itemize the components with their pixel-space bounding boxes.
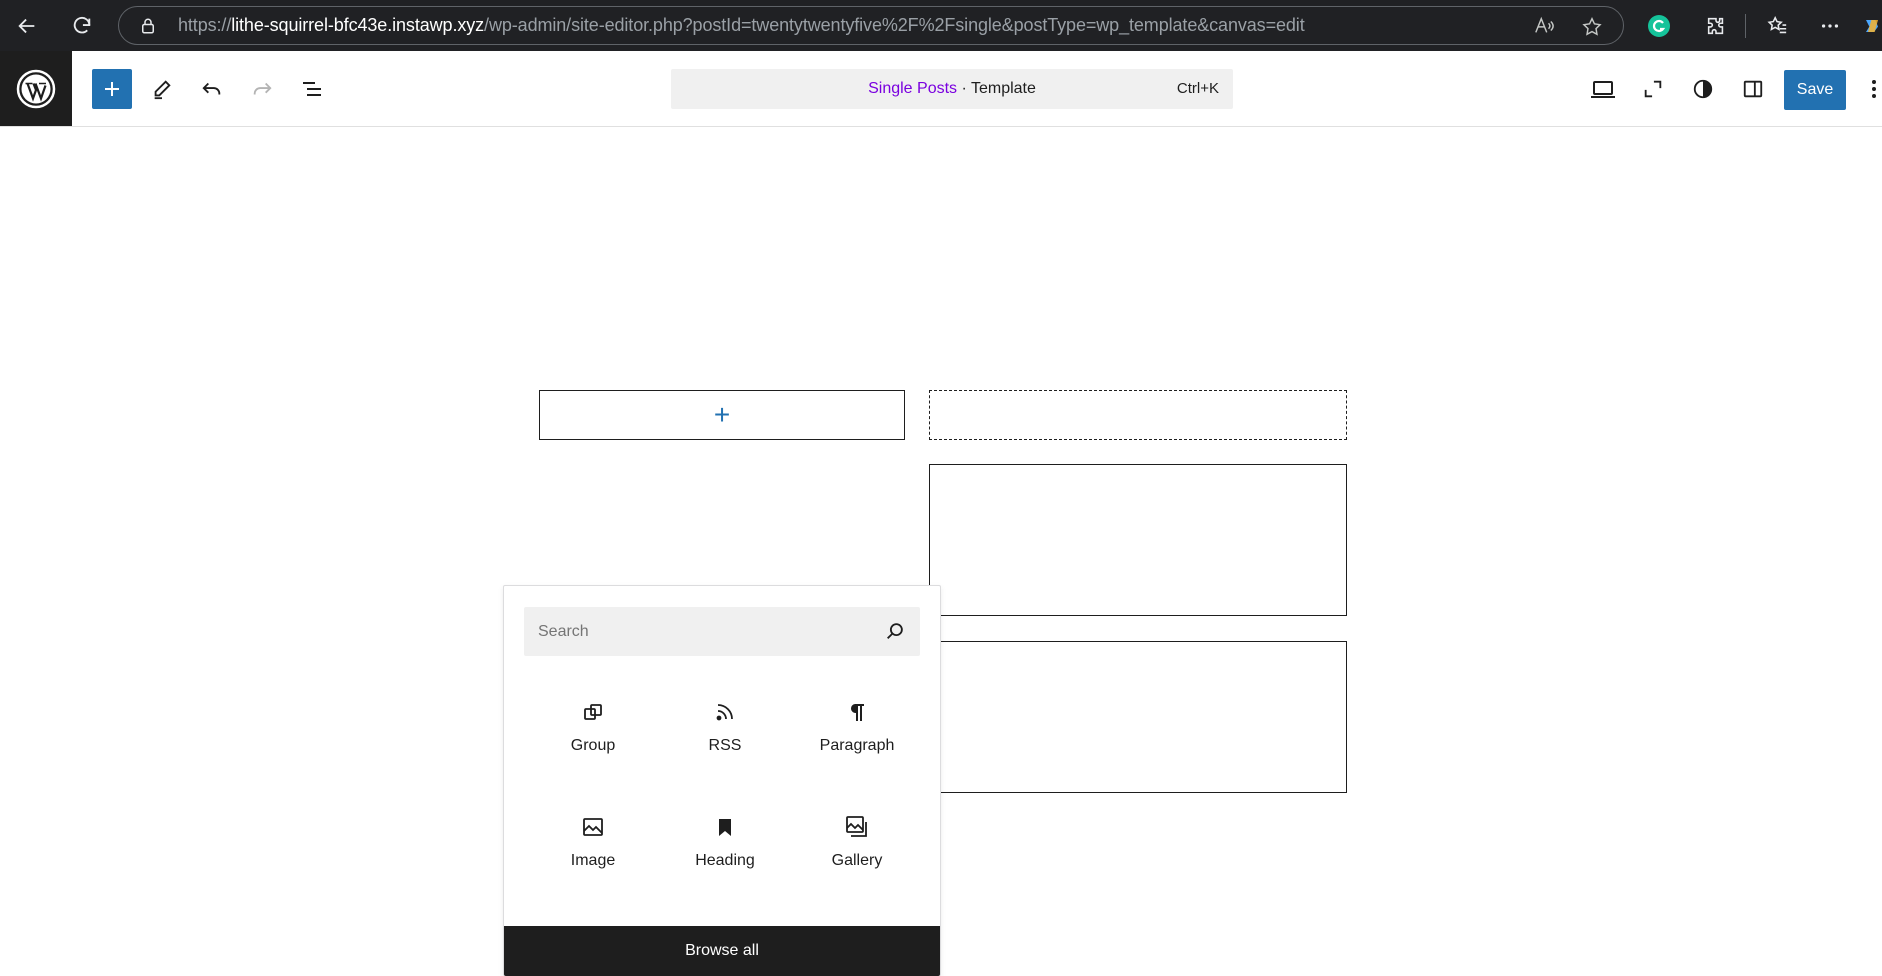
options-menu-icon[interactable] — [1866, 69, 1882, 109]
block-option-label: RSS — [708, 737, 742, 754]
undo-icon[interactable] — [192, 69, 232, 109]
more-options-icon[interactable] — [1814, 10, 1846, 42]
copilot-icon[interactable] — [1862, 10, 1882, 42]
settings-sidebar-icon[interactable] — [1733, 69, 1773, 109]
add-block-button[interactable]: + — [539, 390, 905, 440]
template-part-block[interactable] — [929, 464, 1347, 616]
block-option-gallery[interactable]: Gallery — [797, 800, 917, 896]
block-inserter-toggle-button[interactable] — [92, 69, 132, 109]
block-option-heading[interactable]: Heading — [665, 800, 785, 896]
favorites-icon[interactable] — [1761, 10, 1793, 42]
paragraph-icon — [844, 699, 870, 725]
block-option-label: Gallery — [831, 852, 883, 869]
editor-canvas[interactable]: + Group RSS Paragraph — [0, 128, 1882, 976]
wordpress-logo-icon[interactable] — [0, 51, 72, 126]
document-title[interactable]: Single Posts · Template — [671, 69, 1233, 109]
block-option-label: Heading — [695, 852, 755, 869]
block-option-group[interactable]: Group — [533, 685, 653, 781]
tools-pencil-icon[interactable] — [142, 69, 182, 109]
rss-icon — [712, 699, 738, 725]
image-icon — [580, 814, 606, 840]
toolbar-separator — [1745, 14, 1746, 38]
document-overview-icon[interactable] — [292, 69, 332, 109]
save-button[interactable]: Save — [1784, 70, 1846, 110]
command-palette-bar[interactable]: Single Posts · Template Ctrl+K — [671, 69, 1233, 109]
address-bar[interactable]: https://lithe-squirrel-bfc43e.instawp.xy… — [118, 6, 1624, 45]
empty-block-placeholder[interactable] — [929, 390, 1347, 440]
zoom-out-icon[interactable] — [1633, 69, 1673, 109]
url-text[interactable]: https://lithe-squirrel-bfc43e.instawp.xy… — [178, 7, 1305, 44]
url-scheme: https:// — [178, 15, 232, 35]
block-option-image[interactable]: Image — [533, 800, 653, 896]
back-icon[interactable] — [9, 8, 45, 44]
editor-header: Single Posts · Template Ctrl+K Save — [0, 51, 1882, 127]
url-path: /wp-admin/site-editor.php?postId=twentyt… — [484, 15, 1305, 35]
quick-inserter-popover: Group RSS Paragraph Image Heading — [503, 585, 941, 976]
search-icon[interactable] — [884, 620, 906, 647]
reload-icon[interactable] — [64, 8, 100, 44]
template-part-block[interactable] — [929, 641, 1347, 793]
browse-all-button[interactable]: Browse all — [504, 926, 940, 976]
read-aloud-icon[interactable] — [1533, 16, 1555, 41]
title-separator: · — [957, 80, 971, 97]
grammarly-icon[interactable] — [1643, 10, 1675, 42]
lock-icon[interactable] — [139, 17, 157, 40]
favorite-star-icon[interactable] — [1581, 16, 1603, 43]
inserter-search-input[interactable] — [524, 607, 874, 656]
block-option-paragraph[interactable]: Paragraph — [797, 685, 917, 781]
template-type-label: Template — [970, 80, 1036, 97]
browser-toolbar: https://lithe-squirrel-bfc43e.instawp.xy… — [0, 0, 1882, 51]
template-name: Single Posts — [868, 80, 958, 97]
gallery-icon — [844, 814, 870, 840]
device-preview-icon[interactable] — [1583, 69, 1623, 109]
block-option-rss[interactable]: RSS — [665, 685, 785, 781]
inserter-search-box[interactable] — [524, 607, 920, 656]
block-option-label: Image — [570, 852, 616, 869]
redo-icon[interactable] — [242, 69, 282, 109]
url-host: lithe-squirrel-bfc43e.instawp.xyz — [231, 15, 485, 35]
heading-bookmark-icon — [712, 814, 738, 840]
group-icon — [580, 699, 606, 725]
command-shortcut-label: Ctrl+K — [1176, 80, 1219, 97]
block-option-label: Paragraph — [819, 737, 895, 754]
block-option-label: Group — [570, 737, 616, 754]
extensions-icon[interactable] — [1700, 10, 1732, 42]
styles-contrast-icon[interactable] — [1683, 69, 1723, 109]
